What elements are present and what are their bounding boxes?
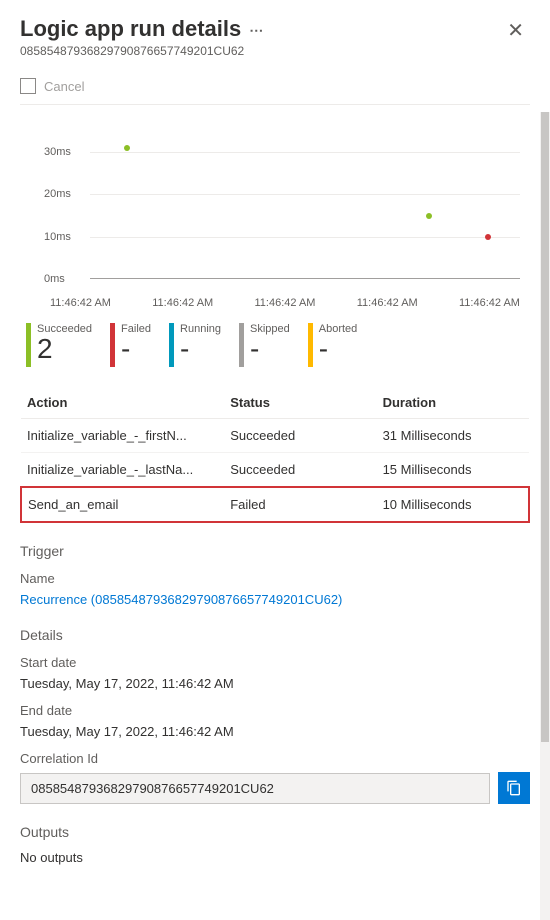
status-color-bar [169,323,174,367]
run-details-panel: Logic app run details⋯ 08585487936829790… [0,0,550,920]
duration-chart: 30ms 20ms 10ms 0ms [20,123,530,293]
cell-duration: 15 Milliseconds [377,453,529,488]
y-tick: 20ms [44,188,71,200]
cell-status: Succeeded [224,453,376,488]
end-date-label: End date [20,703,530,718]
outputs-value: No outputs [20,850,530,865]
x-tick: 11:46:42 AM [459,297,520,309]
status-tile[interactable]: Succeeded2 [26,323,92,367]
start-date-label: Start date [20,655,530,670]
x-tick: 11:46:42 AM [357,297,418,309]
status-tile[interactable]: Failed- [110,323,151,367]
trigger-link[interactable]: Recurrence (0858548793682979087665774920… [20,592,530,607]
status-tile[interactable]: Skipped- [239,323,290,367]
status-color-bar [26,323,31,367]
close-icon[interactable]: ✕ [501,16,530,45]
details-section: Details [20,627,530,643]
tile-value: - [319,335,358,363]
col-status[interactable]: Status [224,387,376,419]
status-color-bar [308,323,313,367]
cell-action: Initialize_variable_-_firstN... [21,419,224,453]
start-date-value: Tuesday, May 17, 2022, 11:46:42 AM [20,676,530,691]
table-row[interactable]: Initialize_variable_-_firstN...Succeeded… [21,419,529,453]
col-duration[interactable]: Duration [377,387,529,419]
x-tick: 11:46:42 AM [255,297,316,309]
cell-status: Succeeded [224,419,376,453]
chart-x-axis: 11:46:42 AM 11:46:42 AM 11:46:42 AM 11:46:4… [20,293,530,309]
tile-value: - [180,335,221,363]
y-tick: 10ms [44,231,71,243]
table-row[interactable]: Initialize_variable_-_lastNa...Succeeded… [21,453,529,488]
table-row[interactable]: Send_an_emailFailed10 Milliseconds [21,487,529,522]
cell-status: Failed [224,487,376,522]
cell-action: Initialize_variable_-_lastNa... [21,453,224,488]
x-tick: 11:46:42 AM [50,297,111,309]
trigger-section: Trigger [20,543,530,559]
status-tile[interactable]: Aborted- [308,323,358,367]
tile-value: 2 [37,335,92,363]
status-tile[interactable]: Running- [169,323,221,367]
chart-point [485,234,491,240]
run-id: 08585487936829790876657749201CU62 [20,44,263,58]
y-tick: 30ms [44,146,71,158]
status-tiles: Succeeded2 Failed- Running- Skipped- Aborted… [20,323,530,367]
status-color-bar [239,323,244,367]
cell-duration: 10 Milliseconds [377,487,529,522]
end-date-value: Tuesday, May 17, 2022, 11:46:42 AM [20,724,530,739]
tile-value: - [121,335,151,363]
x-tick: 11:46:42 AM [152,297,213,309]
status-color-bar [110,323,115,367]
more-icon[interactable]: ⋯ [249,22,263,38]
trigger-name-label: Name [20,571,530,586]
scrollbar[interactable] [540,112,550,920]
tile-value: - [250,335,290,363]
correlation-id-field[interactable] [20,773,490,804]
cancel-button[interactable]: Cancel [20,72,530,105]
y-tick: 0ms [44,273,65,285]
copy-button[interactable] [498,772,530,804]
correlation-id-label: Correlation Id [20,751,530,766]
checkbox-icon [20,78,36,94]
scrollbar-thumb[interactable] [541,112,549,742]
copy-icon [506,780,522,796]
chart-point [426,213,432,219]
cell-action: Send_an_email [21,487,224,522]
page-title: Logic app run details⋯ [20,16,263,42]
actions-table: Action Status Duration Initialize_variab… [20,387,530,523]
outputs-section: Outputs [20,824,530,840]
chart-point [124,145,130,151]
cell-duration: 31 Milliseconds [377,419,529,453]
col-action[interactable]: Action [21,387,224,419]
